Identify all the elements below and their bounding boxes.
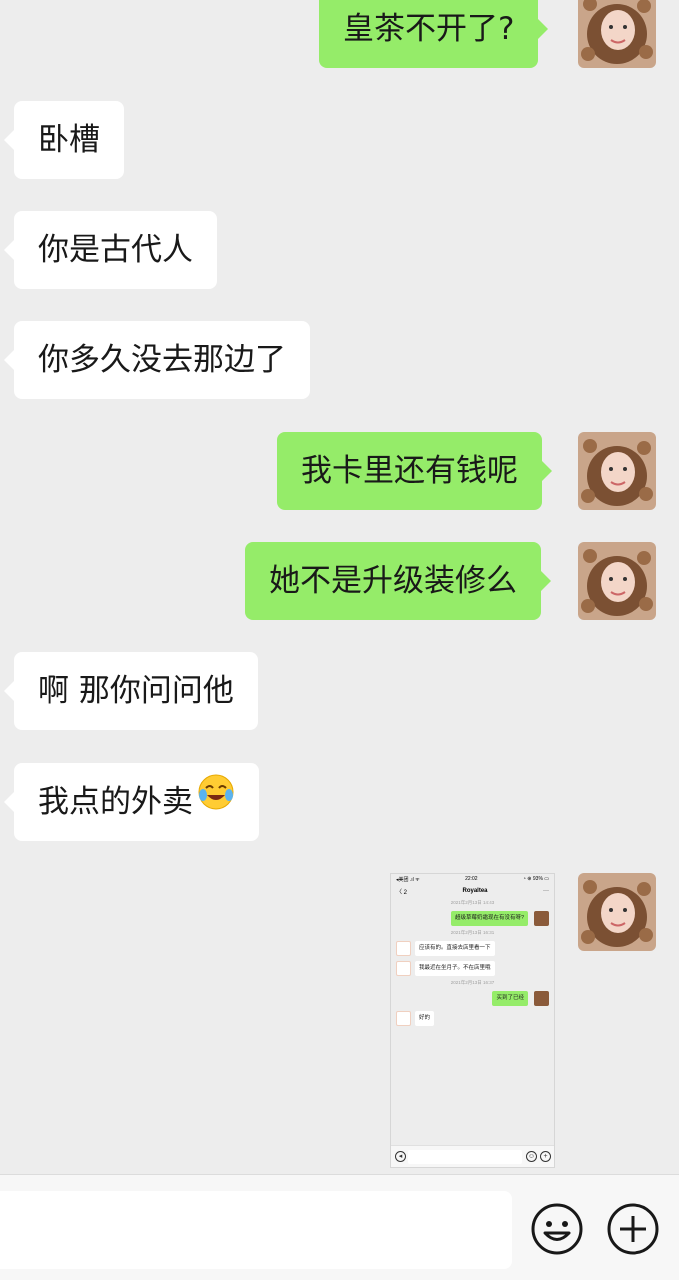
image-message-screenshot[interactable]: ◂美团 .ıl ᯤ 22:02 ◔ ⊕ 93% ▭ 〈 2 Royaltea ·…	[390, 873, 555, 1168]
embedded-back: 〈 2	[396, 889, 408, 896]
embedded-input-field	[408, 1150, 522, 1164]
laughing-crying-emoji-icon	[197, 762, 235, 840]
embedded-more: ···	[543, 888, 549, 894]
embedded-avatar	[534, 991, 549, 1006]
message-bubble-incoming[interactable]: 你多久没去那边了	[4, 321, 310, 399]
status-left: ◂美团 .ıl ᯤ	[396, 876, 420, 883]
embedded-plus-icon: +	[540, 1151, 551, 1162]
avatar[interactable]	[578, 0, 656, 68]
embedded-row-outgoing: 买到了已经	[391, 988, 554, 1008]
embedded-bubble-outgoing: 买到了已经	[492, 991, 528, 1006]
status-time: 22:02	[465, 876, 478, 882]
embedded-bubble-incoming: 我最近在坐月子。不在店里哦	[415, 961, 495, 976]
embedded-voice-icon: ◂	[395, 1151, 406, 1162]
embedded-timestamp: 2021年2月13日 14:43	[450, 900, 495, 905]
avatar[interactable]	[578, 873, 656, 951]
embedded-status-bar: ◂美团 .ıl ᯤ 22:02 ◔ ⊕ 93% ▭	[391, 874, 554, 884]
plus-circle-icon[interactable]	[606, 1202, 660, 1256]
message-bubble-incoming[interactable]: 卧槽	[4, 101, 124, 179]
embedded-row-outgoing: 超级草莓奶霜现在有没有呀?	[391, 908, 554, 928]
embedded-row-incoming: 好的	[391, 1008, 554, 1028]
message-input[interactable]	[0, 1191, 512, 1269]
message-text: 我点的外卖	[38, 784, 193, 820]
embedded-timestamp: 2021年2月13日 16:37	[450, 980, 495, 985]
smiley-icon[interactable]	[530, 1202, 584, 1256]
message-bubble-outgoing[interactable]: 她不是升级装修么	[245, 542, 551, 620]
avatar[interactable]	[578, 542, 656, 620]
embedded-nav-bar: 〈 2 Royaltea ···	[391, 884, 554, 898]
message-bubble-outgoing[interactable]: 皇茶不开了?	[319, 0, 549, 68]
embedded-bubble-incoming: 应该有的。直接去店里看一下	[415, 941, 495, 956]
embedded-bubble-incoming: 好的	[415, 1011, 435, 1026]
embedded-title: Royaltea	[462, 888, 488, 894]
status-right: ◔ ⊕ 93% ▭	[522, 876, 549, 882]
embedded-avatar	[396, 941, 411, 956]
embedded-avatar	[534, 911, 549, 926]
chat-area[interactable]: 皇茶不开了? 卧槽 你是古代人 你多久没去那边了 我卡里还有钱呢 她不是升级装修…	[0, 0, 679, 1174]
avatar[interactable]	[578, 432, 656, 510]
embedded-input-bar: ◂ ☺ +	[391, 1145, 554, 1167]
embedded-avatar	[396, 961, 411, 976]
message-bubble-incoming[interactable]: 啊 那你问问他	[4, 652, 258, 730]
message-bubble-incoming[interactable]: 你是古代人	[4, 211, 217, 289]
embedded-avatar	[396, 1011, 411, 1026]
embedded-timestamp: 2021年2月13日 16:31	[450, 930, 495, 935]
input-bar	[0, 1174, 679, 1280]
message-bubble-outgoing[interactable]: 我卡里还有钱呢	[277, 432, 552, 510]
embedded-row-incoming: 应该有的。直接去店里看一下	[391, 938, 554, 958]
embedded-bubble-outgoing: 超级草莓奶霜现在有没有呀?	[450, 911, 528, 926]
embedded-row-incoming: 我最近在坐月子。不在店里哦	[391, 958, 554, 978]
message-bubble-incoming[interactable]: 我点的外卖	[4, 762, 259, 841]
embedded-emoji-icon: ☺	[526, 1151, 537, 1162]
